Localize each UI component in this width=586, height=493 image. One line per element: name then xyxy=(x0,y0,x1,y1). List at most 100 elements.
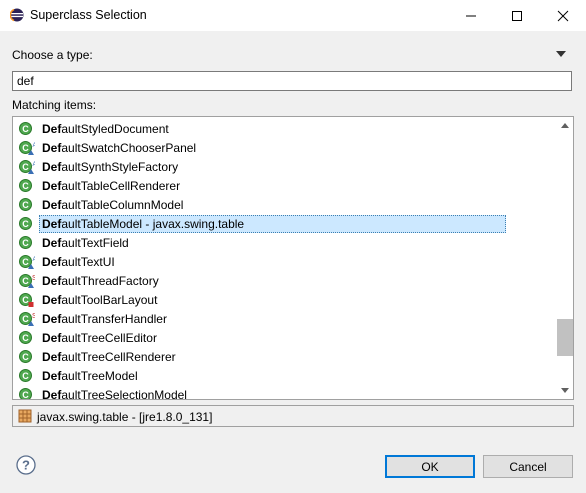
scrollbar-thumb[interactable] xyxy=(557,319,573,356)
item-name-rest: aultTextUI xyxy=(61,255,115,269)
list-item-label: DefaultThreadFactory xyxy=(42,274,159,288)
list-item[interactable]: CA DefaultSynthStyleFactory xyxy=(13,158,553,176)
match-highlight: Def xyxy=(42,160,62,174)
list-item[interactable]: C DefaultTreeCellEditor xyxy=(13,329,553,347)
svg-text:C: C xyxy=(22,371,29,381)
svg-text:A: A xyxy=(33,257,36,263)
list-item[interactable]: C DefaultTreeModel xyxy=(13,367,553,385)
list-item-label: DefaultTreeSelectionModel xyxy=(42,388,187,400)
list-item-label: DefaultTreeCellEditor xyxy=(42,331,157,345)
item-name-rest: aultTableCellRenderer xyxy=(61,179,181,193)
match-highlight: Def xyxy=(42,312,62,326)
cancel-button[interactable]: Cancel xyxy=(483,455,573,478)
static-nested-class-icon: CS xyxy=(19,312,37,327)
match-highlight: Def xyxy=(42,236,62,250)
class-icon: C xyxy=(19,217,35,232)
match-highlight: Def xyxy=(42,274,62,288)
list-item-label: DefaultTableColumnModel xyxy=(42,198,183,212)
list-item[interactable]: C DefaultTreeSelectionModel xyxy=(13,386,553,400)
svg-text:C: C xyxy=(22,314,29,324)
list-item[interactable]: C DefaultTableCellRenderer xyxy=(13,177,553,195)
list-item[interactable]: CA DefaultTextUI xyxy=(13,253,553,271)
close-icon xyxy=(557,10,569,22)
class-icon: C xyxy=(19,179,35,194)
item-name-rest: aultSynthStyleFactory xyxy=(61,160,179,174)
svg-text:C: C xyxy=(22,390,29,400)
svg-text:S: S xyxy=(32,275,35,282)
svg-text:A: A xyxy=(33,143,36,149)
svg-text:?: ? xyxy=(22,458,30,473)
svg-text:C: C xyxy=(22,352,29,362)
window-title: Superclass Selection xyxy=(30,8,147,22)
type-search-input[interactable] xyxy=(12,71,572,91)
item-name-rest: aultTextField xyxy=(61,236,129,250)
match-highlight: Def xyxy=(42,198,62,212)
choose-type-label: Choose a type: xyxy=(12,48,93,62)
svg-text:C: C xyxy=(22,333,29,343)
list-item-label: DefaultTableCellRenderer xyxy=(42,179,180,193)
item-name-rest: aultToolBarLayout xyxy=(61,293,158,307)
item-name-rest: aultSwatchChooserPanel xyxy=(61,141,197,155)
list-item[interactable]: C DefaultTextField xyxy=(13,234,553,252)
item-name-rest: aultTreeCellRenderer xyxy=(61,350,176,364)
svg-text:A: A xyxy=(33,162,36,168)
matching-items-list[interactable]: CDefaultStyledDocumentCADefaultSwatchCho… xyxy=(12,116,574,400)
list-item[interactable]: CS DefaultThreadFactory xyxy=(13,272,553,290)
abstract-class-icon: CA xyxy=(19,160,37,175)
maximize-icon xyxy=(512,11,522,21)
scroll-up-icon[interactable] xyxy=(561,123,569,128)
list-item-label: DefaultToolBarLayout xyxy=(42,293,157,307)
svg-text:C: C xyxy=(22,295,29,305)
svg-text:C: C xyxy=(22,162,29,172)
match-highlight: Def xyxy=(42,141,62,155)
abstract-class-icon: CA xyxy=(19,255,37,270)
class-icon: C xyxy=(19,198,35,213)
match-highlight: Def xyxy=(42,217,62,231)
vertical-scrollbar[interactable] xyxy=(557,117,573,399)
svg-text:C: C xyxy=(22,257,29,267)
svg-text:C: C xyxy=(22,276,29,286)
maximize-button[interactable] xyxy=(494,0,540,31)
list-item-label: DefaultStyledDocument xyxy=(42,122,169,136)
svg-text:C: C xyxy=(22,181,29,191)
match-highlight: Def xyxy=(42,293,62,307)
matching-items-label: Matching items: xyxy=(12,98,97,112)
match-highlight: Def xyxy=(42,179,62,193)
list-item[interactable]: CA DefaultSwatchChooserPanel xyxy=(13,139,553,157)
item-name-rest: aultTableColumnModel xyxy=(61,198,184,212)
list-item[interactable]: C DefaultTreeCellRenderer xyxy=(13,348,553,366)
list-item[interactable]: C DefaultTableColumnModel xyxy=(13,196,553,214)
list-item[interactable]: C DefaultToolBarLayout xyxy=(13,291,553,309)
ok-button[interactable]: OK xyxy=(385,455,475,478)
close-button[interactable] xyxy=(540,0,586,31)
help-icon[interactable]: ? xyxy=(16,455,36,475)
item-name-rest: aultTableModel - javax.swing.table xyxy=(61,217,245,231)
class-icon: C xyxy=(19,350,35,365)
class-icon: C xyxy=(19,236,35,251)
match-highlight: Def xyxy=(42,331,62,345)
list-item-label: DefaultTransferHandler xyxy=(42,312,167,326)
list-item[interactable]: CS DefaultTransferHandler xyxy=(13,310,553,328)
class-icon: C xyxy=(19,369,35,384)
list-item-label: DefaultTableModel - javax.swing.table xyxy=(42,217,244,231)
view-menu-icon[interactable] xyxy=(556,51,566,57)
item-name-rest: aultThreadFactory xyxy=(61,274,159,288)
class-icon: C xyxy=(19,388,35,400)
svg-text:S: S xyxy=(32,313,35,320)
match-highlight: Def xyxy=(42,350,62,364)
scroll-down-icon[interactable] xyxy=(561,388,569,393)
list-item[interactable]: C DefaultStyledDocument xyxy=(13,120,553,138)
svg-text:C: C xyxy=(22,219,29,229)
static-nested-class-icon: CS xyxy=(19,274,37,289)
list-item[interactable]: C DefaultTableModel - javax.swing.table xyxy=(13,215,553,233)
abstract-class-icon: CA xyxy=(19,141,37,156)
minimize-button[interactable] xyxy=(448,0,494,31)
selected-package-status: javax.swing.table - [jre1.8.0_131] xyxy=(12,405,574,427)
item-name-rest: aultStyledDocument xyxy=(61,122,169,136)
svg-text:C: C xyxy=(22,143,29,153)
match-highlight: Def xyxy=(42,388,62,400)
item-name-rest: aultTransferHandler xyxy=(61,312,167,326)
item-name-rest: aultTreeSelectionModel xyxy=(61,388,187,400)
list-item-label: DefaultTreeCellRenderer xyxy=(42,350,176,364)
list-item-label: DefaultTextField xyxy=(42,236,129,250)
